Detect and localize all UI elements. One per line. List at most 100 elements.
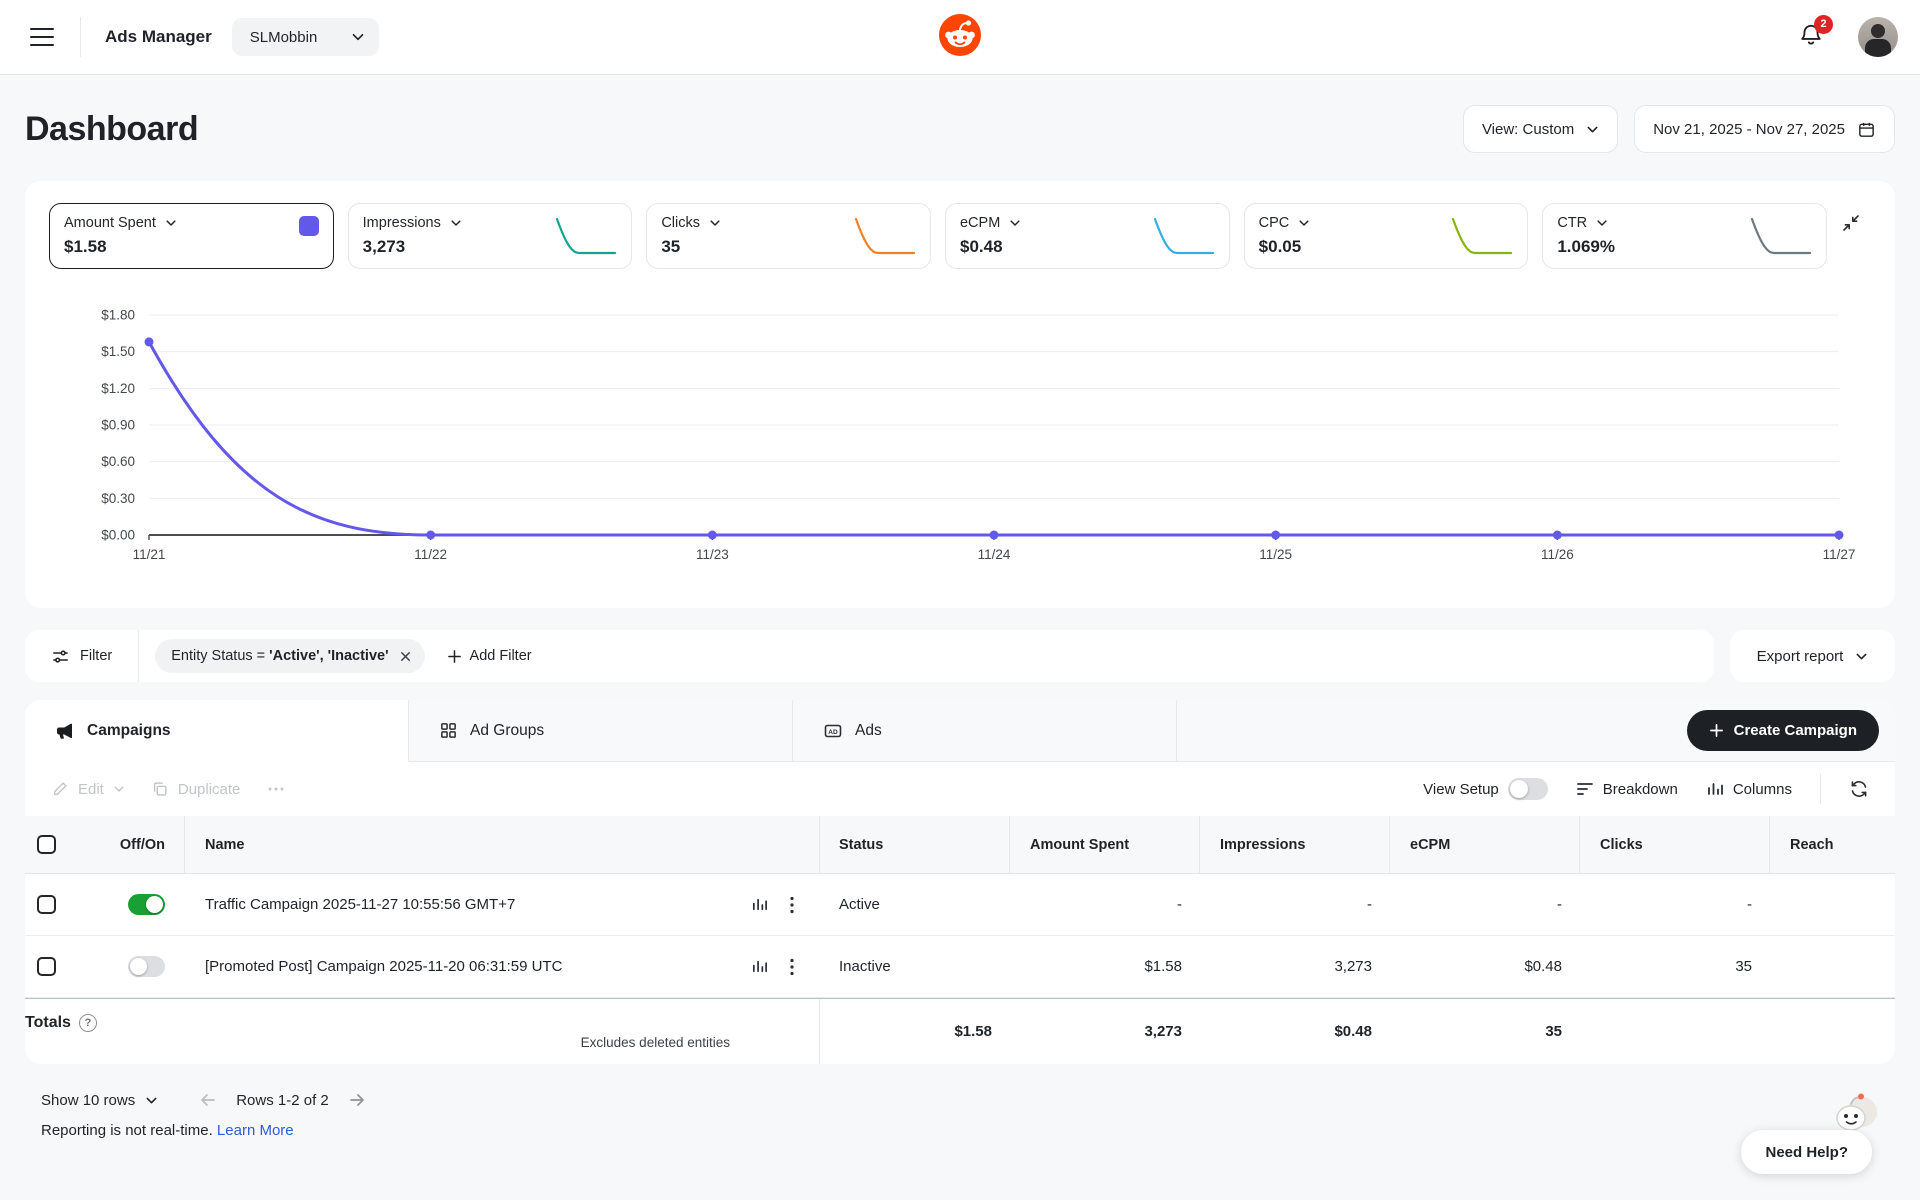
campaign-toggle[interactable]	[128, 894, 165, 915]
chevron-down-icon[interactable]	[1298, 217, 1310, 229]
collapse-chart-button[interactable]	[1831, 203, 1871, 243]
duplicate-label: Duplicate	[177, 780, 241, 798]
metric-label: CPC	[1258, 215, 1290, 231]
status-value: Inactive	[839, 958, 891, 975]
pagination: Rows 1-2 of 2	[198, 1090, 367, 1110]
edit-button[interactable]: Edit	[51, 780, 125, 798]
svg-text:11/24: 11/24	[978, 547, 1011, 562]
copy-icon	[153, 782, 167, 796]
column-header-amount-spent[interactable]: Amount Spent	[1010, 837, 1129, 853]
app-title: Ads Manager	[105, 27, 212, 46]
notifications-button[interactable]: 2	[1798, 14, 1833, 53]
user-avatar[interactable]	[1858, 17, 1898, 57]
line-chart[interactable]: $1.80 $1.50 $1.20 $0.90 $0.60 $0.30 $0.00 11/21…	[49, 295, 1871, 595]
totals-impressions: 3,273	[1144, 1023, 1182, 1040]
table-header-row: Off/On Name Status Amount Spent Impressi…	[25, 816, 1895, 874]
metric-card-ecpm[interactable]: eCPM $0.48	[944, 203, 1230, 269]
filter-icon	[53, 649, 68, 663]
breakdown-button[interactable]: Breakdown	[1576, 781, 1678, 798]
chevron-down-icon	[1587, 126, 1598, 132]
column-header-clicks[interactable]: Clicks	[1580, 837, 1643, 853]
tab-ads[interactable]: AD Ads	[793, 700, 1177, 762]
tab-label: Ads	[855, 721, 882, 739]
row-chart-button[interactable]	[751, 896, 768, 913]
columns-button[interactable]: Columns	[1706, 780, 1792, 798]
chevron-down-icon[interactable]	[1009, 217, 1021, 229]
reddit-logo-icon[interactable]	[939, 13, 981, 61]
column-header-name[interactable]: Name	[185, 837, 245, 853]
chevron-down-icon[interactable]	[709, 217, 721, 229]
campaign-name[interactable]: Traffic Campaign 2025-11-27 10:55:56 GMT…	[205, 896, 729, 913]
filter-button[interactable]: Filter	[25, 647, 138, 666]
select-all-checkbox[interactable]	[36, 835, 56, 854]
column-header-ecpm[interactable]: eCPM	[1390, 837, 1450, 853]
sparkline	[1153, 217, 1214, 255]
ecpm-value: $0.48	[1524, 958, 1562, 975]
row-checkbox[interactable]	[36, 957, 56, 976]
page-title: Dashboard	[25, 109, 199, 148]
row-chart-button[interactable]	[751, 958, 768, 975]
more-actions-button[interactable]	[266, 780, 286, 798]
campaign-name[interactable]: [Promoted Post] Campaign 2025-11-20 06:3…	[205, 958, 729, 975]
duplicate-button[interactable]: Duplicate	[151, 780, 241, 798]
metric-card-ctr[interactable]: CTR 1.069%	[1542, 203, 1827, 269]
top-bar: Ads Manager SLMobbin 2	[0, 0, 1920, 75]
column-header-impressions[interactable]: Impressions	[1200, 837, 1305, 853]
view-setup-toggle[interactable]	[1507, 778, 1548, 800]
show-rows-selector[interactable]: Show 10 rows	[41, 1092, 158, 1109]
chevron-down-icon[interactable]	[165, 217, 177, 229]
chevron-down-icon[interactable]	[1596, 217, 1608, 229]
filter-label: Filter	[80, 648, 113, 664]
metric-label: Amount Spent	[64, 215, 156, 231]
amount-spent-value: $1.58	[1144, 958, 1182, 975]
megaphone-icon	[57, 723, 72, 739]
learn-more-link[interactable]: Learn More	[217, 1122, 294, 1139]
metric-cards: Amount Spent $1.58 Impressions 3,273 Cli…	[49, 203, 1827, 269]
chevron-down-icon[interactable]	[450, 217, 462, 229]
row-menu-button[interactable]	[790, 958, 794, 976]
metric-card-cpc[interactable]: CPC $0.05	[1243, 203, 1529, 269]
metric-label: eCPM	[959, 215, 1001, 231]
status-value: Active	[839, 896, 880, 913]
create-campaign-label: Create Campaign	[1733, 722, 1857, 739]
view-selector-button[interactable]: View: Custom	[1462, 105, 1619, 153]
column-header-reach[interactable]: Reach	[1770, 837, 1895, 853]
refresh-button[interactable]	[1849, 779, 1869, 799]
date-range-button[interactable]: Nov 21, 2025 - Nov 27, 2025	[1634, 105, 1895, 153]
breakdown-icon	[1576, 783, 1593, 795]
selected-metric-swatch	[298, 216, 319, 236]
remove-filter-icon[interactable]	[399, 650, 412, 663]
metric-card-amount-spent[interactable]: Amount Spent $1.58	[49, 203, 334, 269]
divider	[1820, 774, 1821, 804]
filter-chip-entity-status[interactable]: Entity Status = 'Active', 'Inactive'	[155, 639, 425, 673]
totals-help-icon[interactable]: ?	[78, 1013, 97, 1032]
campaign-toggle[interactable]	[128, 956, 165, 977]
add-filter-button[interactable]: Add Filter	[447, 648, 532, 664]
show-rows-label: Show 10 rows	[41, 1091, 136, 1109]
next-page-button[interactable]	[347, 1090, 367, 1110]
export-report-button[interactable]: Export report	[1730, 630, 1895, 682]
hamburger-menu-icon[interactable]	[30, 28, 54, 46]
chart-icon	[752, 960, 767, 973]
tab-ad-groups[interactable]: Ad Groups	[409, 700, 793, 762]
plus-icon	[447, 649, 461, 663]
row-menu-button[interactable]	[790, 896, 794, 914]
chevron-down-icon	[146, 1097, 157, 1103]
metric-value: $1.58	[64, 237, 107, 256]
column-header-off-on[interactable]: Off/On	[120, 837, 185, 853]
metric-card-clicks[interactable]: Clicks 35	[646, 203, 931, 269]
clicks-value: -	[1747, 896, 1752, 913]
column-header-status[interactable]: Status	[820, 837, 883, 853]
create-campaign-button[interactable]: Create Campaign	[1686, 710, 1879, 751]
metric-card-impressions[interactable]: Impressions 3,273	[347, 203, 633, 269]
ellipsis-icon	[268, 787, 284, 791]
need-help-button[interactable]: Need Help?	[1741, 1130, 1872, 1174]
row-checkbox[interactable]	[36, 895, 56, 914]
svg-text:11/22: 11/22	[414, 547, 447, 562]
divider	[138, 630, 140, 682]
previous-page-button[interactable]	[198, 1090, 218, 1110]
account-selector[interactable]: SLMobbin	[231, 18, 380, 56]
refresh-icon	[1851, 781, 1867, 797]
tab-campaigns[interactable]: Campaigns	[25, 700, 409, 762]
metric-label: CTR	[1557, 215, 1588, 231]
